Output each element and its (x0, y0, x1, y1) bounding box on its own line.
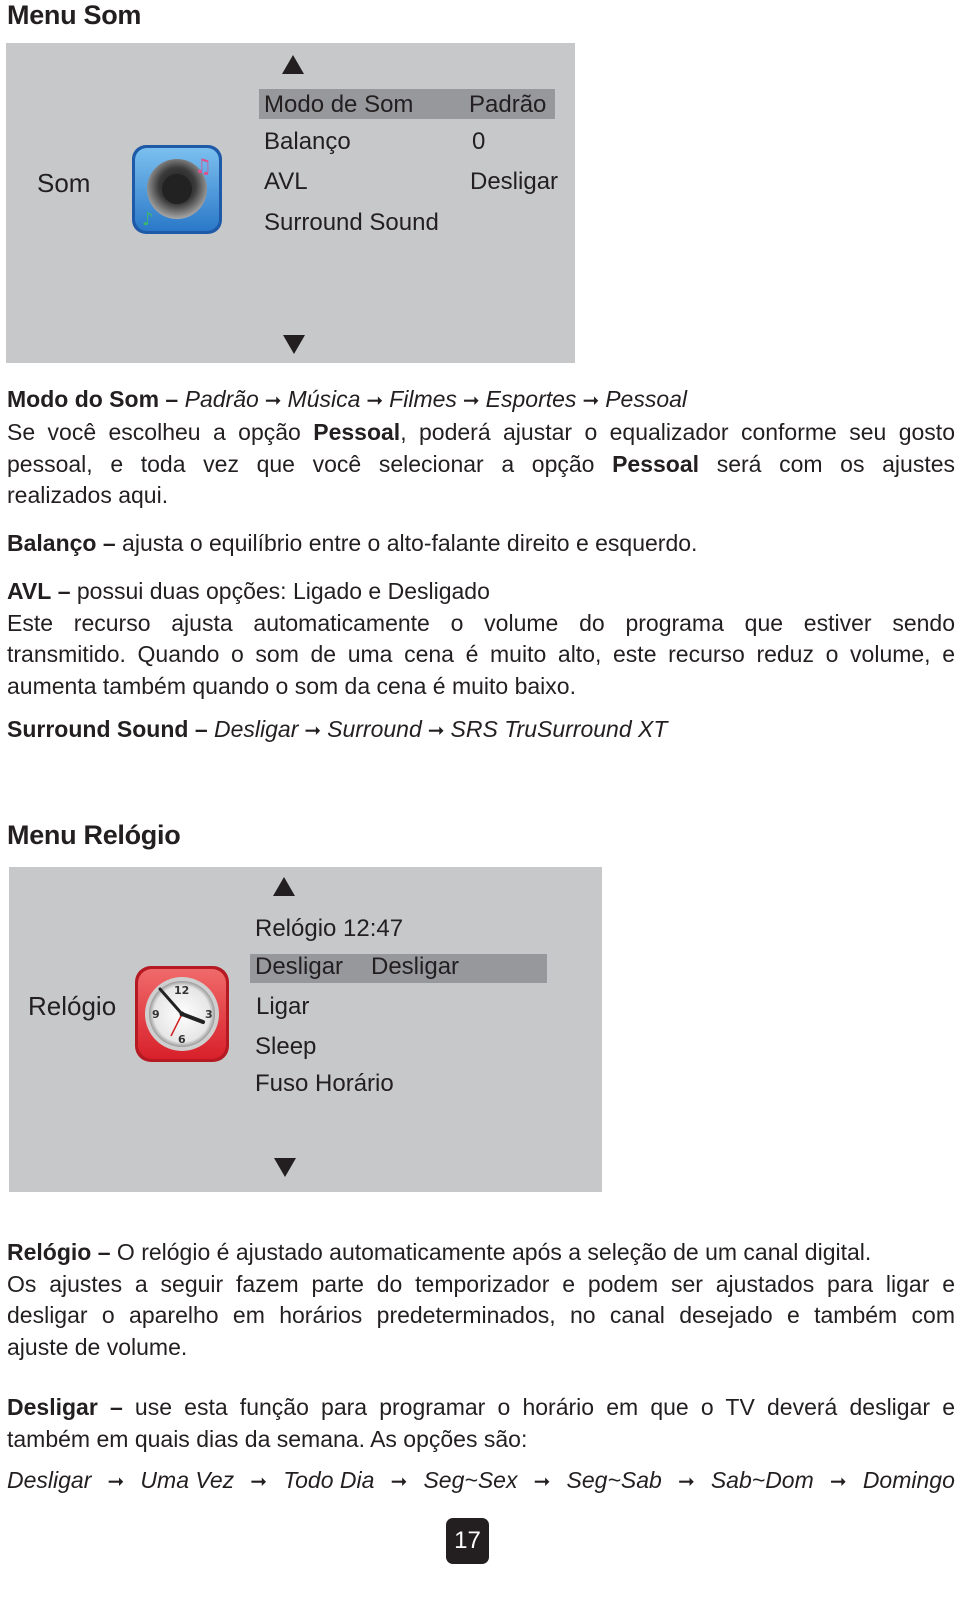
menu-value-modo-de-som[interactable]: Padrão (469, 91, 546, 119)
text: possui duas opções: Ligado e Desligado (70, 578, 490, 604)
page-number: 17 (446, 1518, 489, 1564)
svg-text:♪: ♪ (142, 209, 154, 230)
arrow-right-icon: ➞ (107, 1471, 125, 1493)
menu-item-fuso-horario[interactable]: Fuso Horário (255, 1070, 394, 1098)
desligar-term: Desligar (7, 1394, 98, 1420)
text: Os ajustes a seguir fazem parte do tempo… (7, 1270, 955, 1297)
dash: – (165, 386, 179, 412)
option-desligar: Desligar (214, 716, 299, 742)
avl-term: AVL (7, 578, 52, 604)
option-padrao: Padrão (184, 386, 259, 412)
text: Este recurso ajusta automaticamente o vo… (7, 609, 955, 636)
clock-category-label: Relógio (28, 991, 117, 1021)
desligar-options: Desligar ➞ Uma Vez ➞ Todo Dia ➞ Seg~Sex ➞ Se… (7, 1467, 955, 1494)
menu-value-desligar[interactable]: Desligar (371, 953, 459, 981)
arrow-right-icon: ➞ (366, 390, 384, 412)
triangle-up-icon[interactable] (282, 55, 304, 74)
menu-value-avl[interactable]: Desligar (470, 168, 558, 196)
dash: – (194, 716, 208, 742)
menu-item-ligar[interactable]: Ligar (256, 993, 309, 1021)
balanco-paragraph: Balanço – ajusta o equilíbrio entre o al… (7, 528, 955, 560)
relogio-term: Relógio (7, 1239, 92, 1265)
menu-item-avl[interactable]: AVL (264, 168, 308, 196)
option: Seg~Sex (423, 1467, 518, 1493)
dash: – (102, 530, 116, 556)
dash: – (109, 1394, 123, 1420)
arrow-right-icon: ➞ (677, 1471, 695, 1493)
text: também em quais dias da semana. As opçõe… (7, 1425, 528, 1452)
arrow-right-icon: ➞ (304, 720, 322, 742)
menu-item-balanco[interactable]: Balanço (264, 128, 351, 156)
surround-term: Surround Sound (7, 716, 189, 742)
clock-icon: 12 3 6 9 (133, 964, 231, 1064)
dash: – (97, 1239, 111, 1265)
arrow-right-icon: ➞ (390, 1471, 408, 1493)
arrow-right-icon: ➞ (582, 390, 600, 412)
svg-text:12: 12 (174, 984, 189, 997)
option: Desligar (7, 1467, 92, 1493)
triangle-up-icon[interactable] (273, 877, 295, 896)
menu-item-sleep[interactable]: Sleep (255, 1033, 316, 1061)
svg-text:♫: ♫ (194, 154, 212, 178)
arrow-right-icon: ➞ (462, 390, 480, 412)
surround-options: Surround Sound – Desligar ➞ Surround ➞ SRS T… (7, 716, 667, 743)
speaker-music-icon: ♫ ♪ (130, 143, 224, 236)
bold-text: Pessoal (612, 450, 700, 477)
text: será com os ajustes (699, 450, 955, 477)
balanco-term: Balanço (7, 530, 97, 556)
option: Domingo (862, 1467, 955, 1493)
avl-paragraph: AVL – possui duas opções: Ligado e Desli… (7, 576, 955, 702)
option-filmes: Filmes (389, 386, 457, 412)
dash: – (57, 578, 71, 604)
menu-item-surround-sound[interactable]: Surround Sound (264, 209, 439, 237)
option-pessoal: Pessoal (605, 386, 688, 412)
triangle-down-icon[interactable] (274, 1158, 296, 1177)
modo-som-options: Modo do Som – Padrão ➞ Música ➞ Filmes ➞ Espor… (7, 386, 687, 413)
option: Todo Dia (283, 1467, 375, 1493)
menu-item-relogio[interactable]: Relógio 12:47 (255, 915, 403, 943)
text: aumenta também quando o som da cena é mu… (7, 672, 576, 699)
arrow-right-icon: ➞ (427, 720, 445, 742)
text: ajuste de volume. (7, 1333, 188, 1360)
option-musica: Música (287, 386, 361, 412)
arrow-right-icon: ➞ (533, 1471, 551, 1493)
option-esportes: Esportes (485, 386, 577, 412)
text: pessoal, e toda vez que você selecionar … (7, 450, 613, 477)
sound-category-label: Som (37, 168, 91, 198)
arrow-right-icon: ➞ (250, 1471, 268, 1493)
triangle-down-icon[interactable] (283, 335, 305, 354)
option: Seg~Sab (566, 1467, 662, 1493)
option-surround: Surround (327, 716, 422, 742)
modo-term: Modo do Som (7, 386, 160, 412)
text: Se você escolheu a opção (7, 419, 314, 445)
svg-text:9: 9 (152, 1008, 160, 1021)
menu-item-desligar[interactable]: Desligar (255, 953, 343, 981)
clock-menu-panel: Relógio 12 3 6 9 Relógio 12:47 Desligar … (9, 867, 602, 1192)
text: O relógio é ajustado automaticamente apó… (110, 1239, 872, 1265)
text: , poderá ajustar o equalizador conforme … (400, 419, 955, 445)
svg-text:3: 3 (205, 1008, 213, 1021)
menu-item-modo-de-som[interactable]: Modo de Som (264, 91, 413, 119)
text: use esta função para programar o horário… (122, 1394, 955, 1420)
text: realizados aqui. (7, 482, 169, 508)
sound-menu-heading: Menu Som (7, 0, 142, 30)
bold-text: Pessoal (313, 419, 401, 445)
sound-menu-panel: Som ♫ ♪ Modo de Som Padrão Balanço 0 AVL… (6, 43, 575, 363)
arrow-right-icon: ➞ (829, 1471, 847, 1493)
clock-menu-heading: Menu Relógio (7, 820, 181, 850)
modo-som-paragraph: Se você escolheu a opção Pessoal, poderá… (7, 417, 955, 512)
menu-value-balanco[interactable]: 0 (472, 128, 485, 156)
text: transmitido. Quando o som de uma cena é … (7, 641, 955, 667)
text: desligar o aparelho em horários predeter… (7, 1302, 955, 1328)
arrow-right-icon: ➞ (264, 390, 282, 412)
relogio-paragraph: Relógio – O relógio é ajustado automatic… (7, 1237, 955, 1363)
option: Sab~Dom (710, 1467, 814, 1493)
option-srs: SRS TruSurround XT (450, 716, 668, 742)
desligar-paragraph: Desligar – use esta função para programa… (7, 1392, 955, 1455)
svg-text:6: 6 (178, 1033, 186, 1046)
text: ajusta o equilíbrio entre o alto-falante… (115, 530, 698, 556)
option: Uma Vez (140, 1467, 235, 1493)
